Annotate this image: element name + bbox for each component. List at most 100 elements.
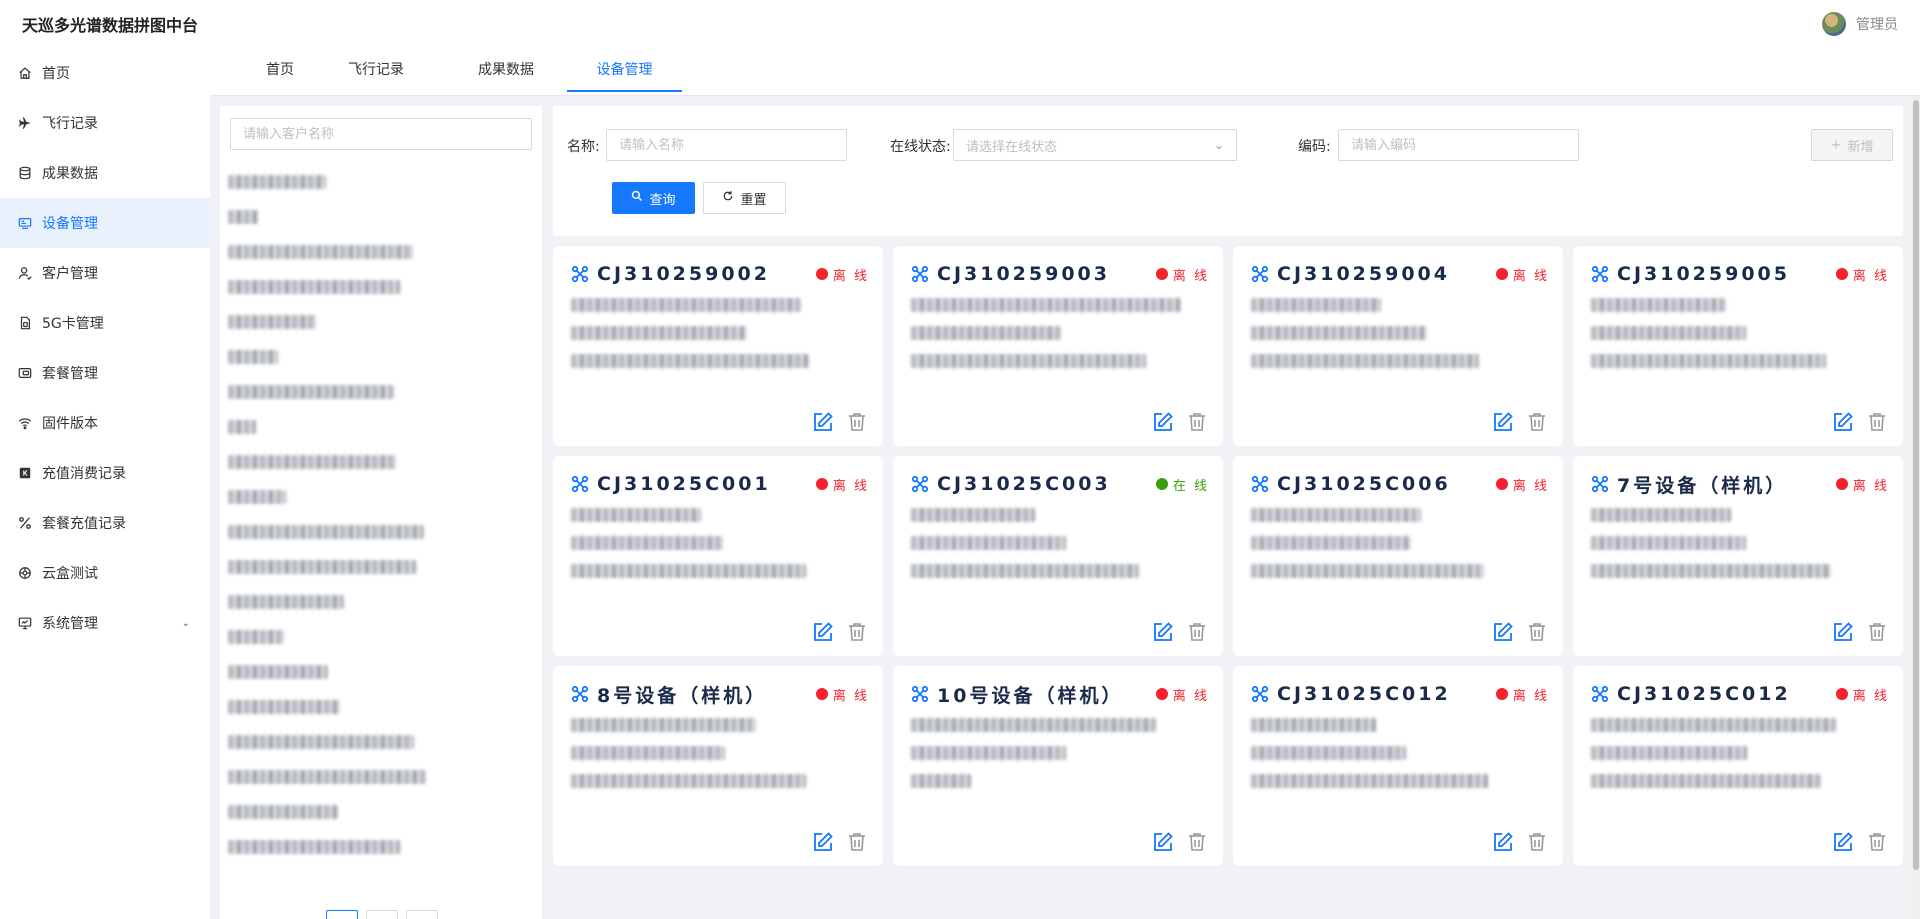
name-input[interactable] <box>606 129 847 161</box>
list-item[interactable] <box>228 514 528 549</box>
device-name: CJ31025C003 <box>937 473 1111 495</box>
list-item[interactable] <box>228 759 528 794</box>
device-title: 7号设备（样机） <box>1591 471 1787 498</box>
edit-icon[interactable] <box>1491 620 1515 644</box>
delete-icon[interactable] <box>1865 830 1889 854</box>
list-item[interactable] <box>228 374 528 409</box>
device-card[interactable]: 7号设备（样机） 离 线 <box>1573 456 1903 656</box>
redacted-detail <box>911 746 1066 760</box>
delete-icon[interactable] <box>1185 830 1209 854</box>
tab-flight-records[interactable]: 飞行记录 <box>336 48 416 92</box>
device-card[interactable]: CJ31025C012 离 线 <box>1233 666 1563 866</box>
list-item[interactable] <box>228 724 528 759</box>
device-card[interactable]: CJ310259005 离 线 <box>1573 246 1903 446</box>
device-card[interactable]: CJ31025C012 离 线 <box>1573 666 1903 866</box>
edit-icon[interactable] <box>811 830 835 854</box>
list-item[interactable] <box>228 339 528 374</box>
device-card[interactable]: 10号设备（样机） 离 线 <box>893 666 1223 866</box>
edit-icon[interactable] <box>1151 620 1175 644</box>
delete-icon[interactable] <box>1525 410 1549 434</box>
add-device-button[interactable]: + 新增 <box>1811 129 1893 161</box>
sidebar-item-system-management[interactable]: 系统管理 ⌄ <box>0 598 210 648</box>
device-card[interactable]: CJ310259003 离 线 <box>893 246 1223 446</box>
edit-icon[interactable] <box>1151 830 1175 854</box>
tab-result-data[interactable]: 成果数据 <box>454 48 558 92</box>
list-item[interactable] <box>228 479 528 514</box>
edit-icon[interactable] <box>811 620 835 644</box>
status-badge: 离 线 <box>1835 685 1889 704</box>
edit-icon[interactable] <box>1491 830 1515 854</box>
edit-icon[interactable] <box>1151 410 1175 434</box>
query-button[interactable]: 查询 <box>612 182 695 214</box>
device-card[interactable]: CJ31025C001 离 线 <box>553 456 883 656</box>
page-button[interactable] <box>366 910 398 919</box>
delete-icon[interactable] <box>1185 620 1209 644</box>
sidebar-item-5g-card-management[interactable]: 5G卡管理 <box>0 298 210 348</box>
sidebar-item-firmware-version[interactable]: 固件版本 <box>0 398 210 448</box>
drone-icon <box>1251 685 1269 703</box>
list-item[interactable] <box>228 584 528 619</box>
device-card[interactable]: 8号设备（样机） 离 线 <box>553 666 883 866</box>
sidebar-item-label: 系统管理 <box>42 616 98 632</box>
sidebar-item-result-data[interactable]: 成果数据 <box>0 148 210 198</box>
list-item[interactable] <box>228 304 528 339</box>
edit-icon[interactable] <box>1831 620 1855 644</box>
list-item[interactable] <box>228 654 528 689</box>
list-item[interactable] <box>228 234 528 269</box>
delete-icon[interactable] <box>845 410 869 434</box>
user-name[interactable]: 管理员 <box>1856 14 1898 34</box>
delete-icon[interactable] <box>1185 410 1209 434</box>
code-input[interactable] <box>1338 129 1579 161</box>
delete-icon[interactable] <box>845 830 869 854</box>
reset-button[interactable]: 重置 <box>703 182 786 214</box>
list-item[interactable] <box>228 829 528 864</box>
vertical-scrollbar[interactable] <box>1912 96 1920 919</box>
tab-home[interactable]: 首页 <box>250 48 310 92</box>
delete-icon[interactable] <box>845 620 869 644</box>
sidebar-item-package-management[interactable]: 套餐管理 <box>0 348 210 398</box>
edit-icon[interactable] <box>1831 410 1855 434</box>
user-menu[interactable]: 管理员 <box>1822 12 1898 36</box>
delete-icon[interactable] <box>1525 830 1549 854</box>
chevron-down-icon[interactable]: ⌄ <box>182 618 190 629</box>
sidebar-item-customer-management[interactable]: 客户管理 <box>0 248 210 298</box>
sidebar-item-package-recharge-records[interactable]: 套餐充值记录 <box>0 498 210 548</box>
list-item[interactable] <box>228 444 528 479</box>
list-item[interactable] <box>228 269 528 304</box>
list-item[interactable] <box>228 689 528 724</box>
list-item[interactable] <box>228 619 528 654</box>
delete-icon[interactable] <box>1525 620 1549 644</box>
avatar[interactable] <box>1822 12 1846 36</box>
edit-icon[interactable] <box>1831 830 1855 854</box>
tab-device-management[interactable]: 设备管理 <box>567 48 682 92</box>
customer-search-input[interactable] <box>230 118 532 150</box>
device-card[interactable]: CJ31025C003 在 线 <box>893 456 1223 656</box>
edit-icon[interactable] <box>1491 410 1515 434</box>
delete-icon[interactable] <box>1865 620 1889 644</box>
list-item[interactable] <box>228 199 528 234</box>
query-button-label: 查询 <box>649 192 676 208</box>
edit-icon[interactable] <box>811 410 835 434</box>
device-card[interactable]: CJ310259004 离 线 <box>1233 246 1563 446</box>
scrollbar-thumb[interactable] <box>1913 100 1919 870</box>
list-item[interactable] <box>228 164 528 199</box>
sidebar-item-recharge-records[interactable]: 充值消费记录 <box>0 448 210 498</box>
list-item[interactable] <box>228 549 528 584</box>
list-item[interactable] <box>228 409 528 444</box>
list-item[interactable] <box>228 794 528 829</box>
sidebar-item-flight-records[interactable]: 飞行记录 <box>0 98 210 148</box>
delete-icon[interactable] <box>1865 410 1889 434</box>
sidebar-item-home[interactable]: 首页 <box>0 48 210 98</box>
drone-icon <box>571 685 589 703</box>
status-dot <box>1495 478 1508 490</box>
device-card[interactable]: CJ31025C006 离 线 <box>1233 456 1563 656</box>
sidebar-item-cloud-box-test[interactable]: 云盒测试 <box>0 548 210 598</box>
device-card[interactable]: CJ310259002 离 线 <box>553 246 883 446</box>
status-select[interactable]: 请选择在线状态 ⌄ <box>953 129 1237 161</box>
drone-icon <box>911 475 929 493</box>
redacted-detail <box>1591 354 1826 368</box>
page-button[interactable] <box>326 910 358 919</box>
sidebar-item-device-management[interactable]: 设备管理 <box>0 198 210 248</box>
page-button[interactable] <box>406 910 438 919</box>
customer-list <box>228 164 528 864</box>
